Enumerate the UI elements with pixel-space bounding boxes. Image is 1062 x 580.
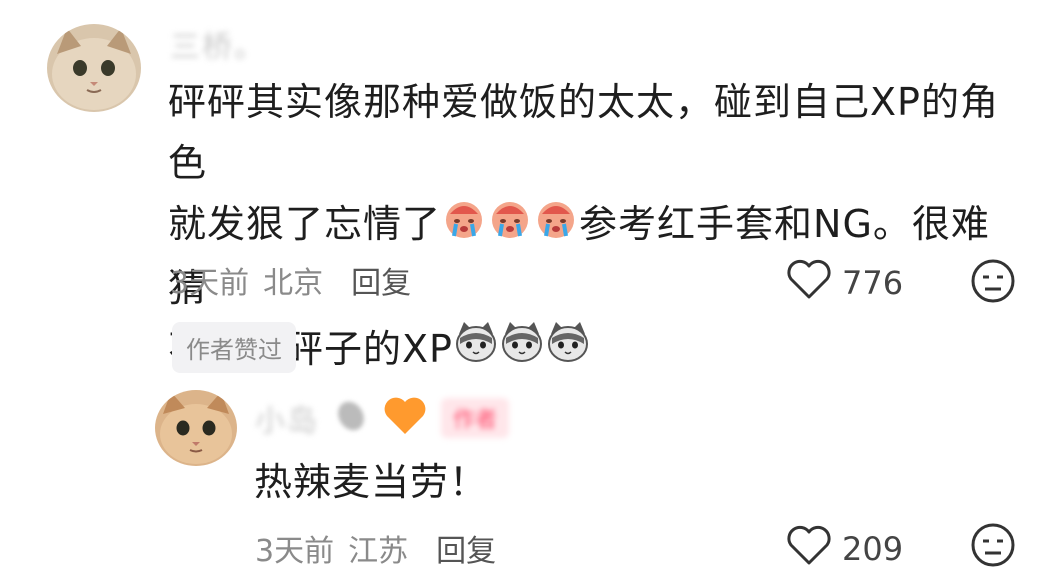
reply-button[interactable]: 回复	[351, 266, 411, 301]
dislike-button[interactable]	[970, 258, 1016, 308]
username[interactable]: 小岛	[255, 396, 319, 440]
comment-line-part: 就发狠了忘情了	[168, 202, 442, 246]
neutral-face-icon	[970, 523, 1016, 572]
comment-line: 砰砰其实像那种爱做饭的太太，碰到自己XP的角色	[168, 80, 999, 185]
location: 江苏	[348, 534, 409, 569]
neutral-face-icon	[970, 259, 1016, 308]
comment-text: 热辣麦当劳！	[254, 460, 489, 504]
cat-face-icon	[546, 320, 590, 382]
like-button[interactable]: 209	[786, 524, 903, 574]
orange-heart-icon	[383, 396, 427, 440]
comment-meta: 3天前 江苏 回复	[255, 526, 496, 570]
avatar[interactable]	[155, 390, 237, 466]
badge-icon	[333, 398, 369, 438]
avatar[interactable]	[47, 24, 141, 112]
crying-face-icon	[534, 196, 578, 258]
author-tag: 作者	[441, 398, 510, 438]
timestamp: 3天前	[255, 534, 335, 569]
cat-face-icon	[454, 320, 498, 382]
dislike-button[interactable]	[970, 522, 1016, 572]
crying-face-icon	[488, 196, 532, 258]
comment-text: 砰砰其实像那种爱做饭的太太，碰到自己XP的角色 就发狠了忘情了 参考红手套和NG。…	[168, 72, 1028, 382]
comment-line: 不出来砰子的XP	[168, 319, 1028, 383]
cat-face-icon	[500, 320, 544, 382]
like-button[interactable]: 776	[786, 258, 903, 308]
like-count: 776	[842, 264, 904, 302]
reply-button[interactable]: 回复	[436, 534, 496, 569]
comment-meta: 3天前 北京 回复	[170, 258, 411, 302]
location: 北京	[263, 266, 324, 301]
username[interactable]: 三桥。	[170, 22, 266, 66]
username-row: 小岛 作者	[255, 396, 510, 440]
heart-icon	[786, 524, 832, 574]
heart-icon	[786, 258, 832, 308]
crying-face-icon	[442, 196, 486, 258]
timestamp: 3天前	[170, 266, 250, 301]
author-liked-badge: 作者赞过	[172, 322, 296, 373]
like-count: 209	[842, 530, 904, 568]
